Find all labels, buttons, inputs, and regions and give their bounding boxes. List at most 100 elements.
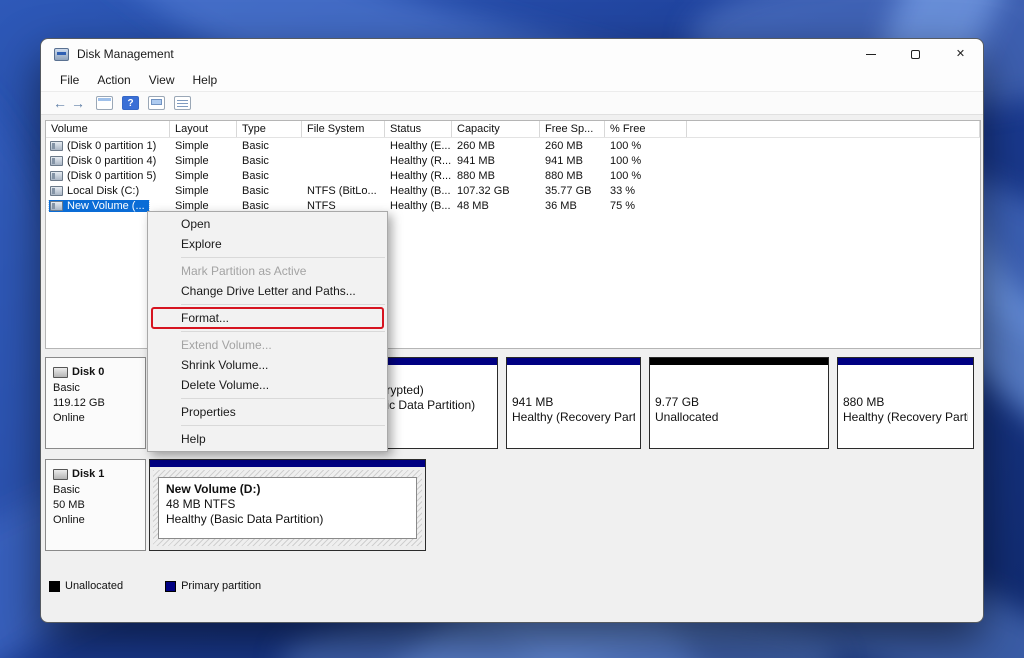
column-header-layout[interactable]: Layout <box>170 121 237 137</box>
volume-list-header: Volume Layout Type File System Status Ca… <box>46 121 980 138</box>
column-header-pct-free[interactable]: % Free <box>605 121 687 137</box>
cell-pct-free: 33 % <box>605 185 687 197</box>
table-row[interactable]: (Disk 0 partition 4) Simple Basic Health… <box>46 153 980 168</box>
legend: Unallocated Primary partition <box>49 580 261 592</box>
menu-item-open[interactable]: Open <box>148 214 387 234</box>
menu-item-delete-volume[interactable]: Delete Volume... <box>148 375 387 395</box>
cell-layout: Simple <box>170 185 237 197</box>
disk-size: 50 MB <box>53 498 145 513</box>
disk-0-header[interactable]: Disk 0 Basic 119.12 GB Online <box>45 357 146 449</box>
disk-name: Disk 1 <box>72 467 104 482</box>
menu-separator <box>181 257 385 258</box>
partition-title: New Volume (D:) <box>166 482 409 497</box>
cell-layout: Simple <box>170 140 237 152</box>
cell-pct-free: 100 % <box>605 155 687 167</box>
legend-primary-partition: Primary partition <box>165 580 261 592</box>
cell-layout: Simple <box>170 170 237 182</box>
primary-partition-swatch-icon <box>165 581 176 592</box>
legend-view-icon[interactable] <box>174 96 191 110</box>
menu-action[interactable]: Action <box>88 69 139 91</box>
table-row[interactable]: Local Disk (C:) Simple Basic NTFS (BitLo… <box>46 183 980 198</box>
menu-item-help[interactable]: Help <box>148 429 387 449</box>
column-header-type[interactable]: Type <box>237 121 302 137</box>
cell-capacity: 260 MB <box>452 140 540 152</box>
context-menu: Open Explore Mark Partition as Active Ch… <box>147 211 388 452</box>
forward-arrow-icon[interactable]: → <box>69 95 87 111</box>
close-button[interactable]: ✕ <box>938 39 983 69</box>
menu-bar: File Action View Help <box>41 69 983 91</box>
console-window-icon[interactable] <box>96 96 113 110</box>
partition-recovery-941mb[interactable]: 941 MB Healthy (Recovery Partition) <box>506 357 641 449</box>
column-header-volume[interactable]: Volume <box>46 121 170 137</box>
disk-status: Online <box>53 411 145 426</box>
cell-layout: Simple <box>170 155 237 167</box>
partition-status: Healthy (Recovery Partition) <box>843 410 968 425</box>
cell-status: Healthy (R... <box>385 155 452 167</box>
title-bar[interactable]: Disk Management ✕ <box>41 39 983 69</box>
disk-1-header[interactable]: Disk 1 Basic 50 MB Online <box>45 459 146 551</box>
toolbar: ← → ? <box>41 91 983 115</box>
menu-item-format[interactable]: Format... <box>148 308 387 328</box>
cell-free-space: 880 MB <box>540 170 605 182</box>
partition-recovery-880mb[interactable]: 880 MB Healthy (Recovery Partition) <box>837 357 974 449</box>
table-row[interactable]: (Disk 0 partition 5) Simple Basic Health… <box>46 168 980 183</box>
help-icon[interactable]: ? <box>122 96 139 110</box>
menu-item-explore[interactable]: Explore <box>148 234 387 254</box>
partition-new-volume-d[interactable]: New Volume (D:) 48 MB NTFS Healthy (Basi… <box>149 459 426 551</box>
disk-icon <box>53 367 68 378</box>
cell-capacity: 941 MB <box>452 155 540 167</box>
cell-type: Basic <box>237 170 302 182</box>
cell-type: Basic <box>237 155 302 167</box>
minimize-icon <box>866 54 876 55</box>
partition-size: 880 MB <box>843 395 968 410</box>
cell-volume: Local Disk (C:) <box>67 185 139 197</box>
legend-label: Primary partition <box>181 580 261 592</box>
menu-view[interactable]: View <box>140 69 184 91</box>
partition-unallocated[interactable]: 9.77 GB Unallocated <box>649 357 829 449</box>
volume-icon <box>50 156 63 166</box>
disk-management-app-icon <box>54 48 69 61</box>
volume-icon <box>50 141 63 151</box>
minimize-button[interactable] <box>848 39 893 69</box>
partition-size-fs: 48 MB NTFS <box>166 497 409 512</box>
disk-1-row: Disk 1 Basic 50 MB Online New Volume (D:… <box>45 459 981 551</box>
maximize-button[interactable] <box>893 39 938 69</box>
volume-icon <box>50 171 63 181</box>
unallocated-swatch-icon <box>49 581 60 592</box>
partition-status: Healthy (Basic Data Partition) <box>166 512 409 527</box>
disk-size: 119.12 GB <box>53 396 145 411</box>
column-header-filler <box>687 121 980 137</box>
volume-icon <box>50 186 63 196</box>
back-arrow-icon[interactable]: ← <box>51 95 69 111</box>
primary-partition-color-bar <box>838 358 973 365</box>
cell-status: Healthy (B... <box>385 185 452 197</box>
menu-separator <box>181 331 385 332</box>
menu-item-extend-volume: Extend Volume... <box>148 335 387 355</box>
table-row[interactable]: (Disk 0 partition 1) Simple Basic Health… <box>46 138 980 153</box>
menu-item-change-drive-letter-and-paths[interactable]: Change Drive Letter and Paths... <box>148 281 387 301</box>
cell-status: Healthy (E... <box>385 140 452 152</box>
column-header-free-space[interactable]: Free Sp... <box>540 121 605 137</box>
disk-view-icon[interactable] <box>148 96 165 110</box>
cell-pct-free: 100 % <box>605 140 687 152</box>
cell-capacity: 107.32 GB <box>452 185 540 197</box>
cell-volume: (Disk 0 partition 5) <box>67 170 156 182</box>
menu-item-shrink-volume[interactable]: Shrink Volume... <box>148 355 387 375</box>
cell-free-space: 36 MB <box>540 200 605 212</box>
cell-type: Basic <box>237 200 302 212</box>
menu-separator <box>181 304 385 305</box>
menu-item-properties[interactable]: Properties <box>148 402 387 422</box>
column-header-file-system[interactable]: File System <box>302 121 385 137</box>
menu-separator <box>181 398 385 399</box>
format-label: Format... <box>181 311 229 325</box>
menu-help[interactable]: Help <box>184 69 227 91</box>
cell-free-space: 35.77 GB <box>540 185 605 197</box>
partition-size: 941 MB <box>512 395 635 410</box>
window-controls: ✕ <box>848 39 983 69</box>
menu-file[interactable]: File <box>51 69 88 91</box>
column-header-capacity[interactable]: Capacity <box>452 121 540 137</box>
column-header-status[interactable]: Status <box>385 121 452 137</box>
legend-unallocated: Unallocated <box>49 580 123 592</box>
cell-layout: Simple <box>170 200 237 212</box>
cell-capacity: 880 MB <box>452 170 540 182</box>
